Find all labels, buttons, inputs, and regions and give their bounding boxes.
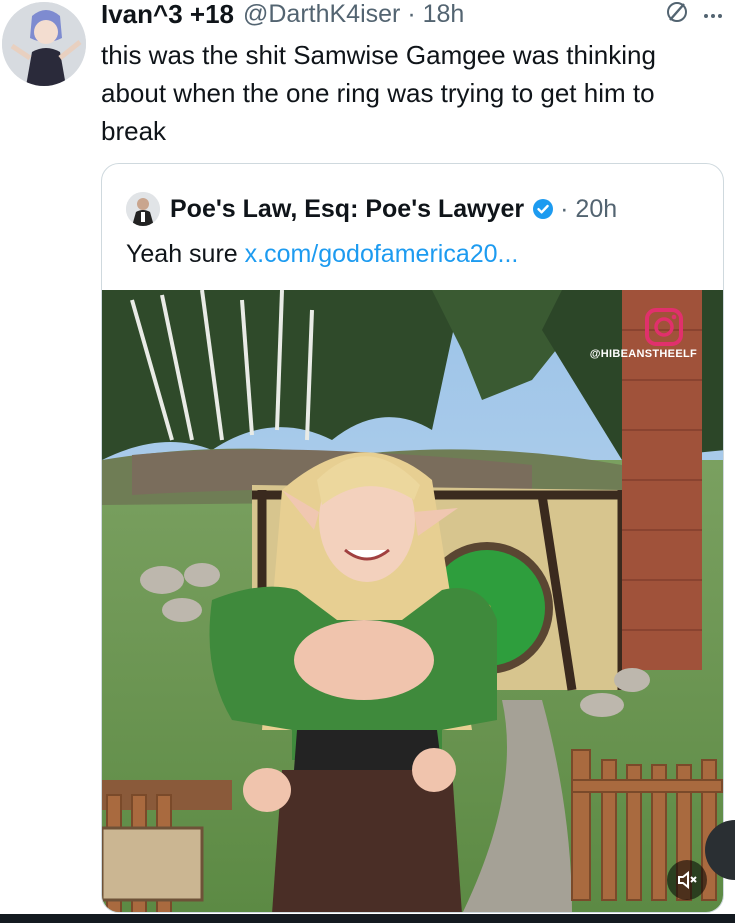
quote-header: Poe's Law, Esq: Poe's Lawyer · 20h — [126, 192, 617, 226]
media-watermark: @HIBEANSTHEELF — [589, 348, 697, 360]
quote-time[interactable]: · 20h — [560, 195, 617, 224]
quote-text: Yeah sure x.com/godofamerica20... — [126, 240, 518, 269]
quote-media-video[interactable]: @HIBEANSTHEELF — [102, 290, 723, 912]
more-icon[interactable] — [703, 6, 723, 24]
tweet-text: this was the shit Samwise Gamgee was thi… — [101, 40, 656, 146]
quote-author-name[interactable]: Poe's Law, Esq: Poe's Lawyer — [170, 195, 524, 224]
quote-text-body: Yeah sure — [126, 240, 245, 268]
mute-button[interactable] — [667, 860, 707, 900]
mute-icon — [678, 870, 697, 890]
media-scene — [102, 290, 723, 912]
grok-icon[interactable] — [665, 0, 689, 29]
quote-link[interactable]: x.com/godofamerica20... — [245, 240, 519, 268]
quote-author-avatar[interactable] — [126, 192, 160, 226]
author-avatar[interactable] — [2, 2, 86, 86]
quoted-tweet[interactable]: Poe's Law, Esq: Poe's Lawyer · 20h Yeah … — [101, 163, 724, 913]
verified-badge-icon — [532, 198, 554, 220]
tweet-header: Ivan^3 +18 @DarthK4iser · 18h — [101, 0, 731, 34]
bottom-bar — [0, 914, 735, 923]
author-handle-time[interactable]: @DarthK4iser · 18h — [243, 0, 464, 29]
author-name[interactable]: Ivan^3 +18 — [101, 0, 234, 30]
